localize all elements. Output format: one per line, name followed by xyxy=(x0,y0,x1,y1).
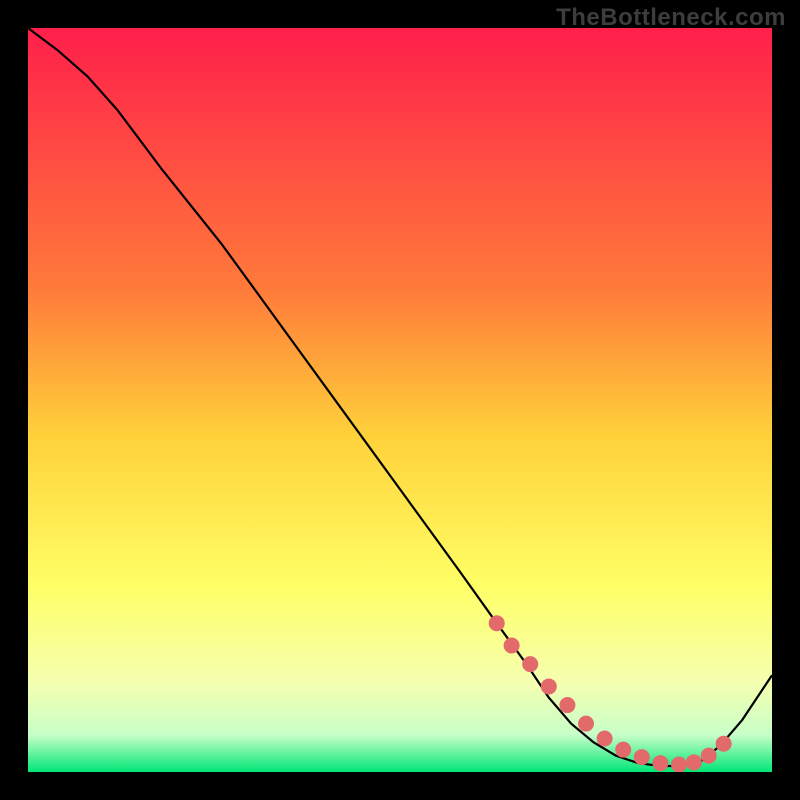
chart-frame: TheBottleneck.com xyxy=(0,0,800,800)
marker-dot xyxy=(634,749,650,765)
marker-dot xyxy=(615,742,631,758)
marker-dot xyxy=(701,748,717,764)
marker-dot xyxy=(597,731,613,747)
marker-dot xyxy=(504,638,520,654)
marker-dot xyxy=(686,754,702,770)
marker-dot xyxy=(559,697,575,713)
marker-dot xyxy=(671,757,687,772)
watermark-text: TheBottleneck.com xyxy=(556,4,786,32)
marker-dot xyxy=(522,656,538,672)
marker-dot xyxy=(541,678,557,694)
marker-dot xyxy=(489,615,505,631)
plot-area xyxy=(28,28,772,772)
marker-dot xyxy=(652,755,668,771)
marker-dot xyxy=(578,716,594,732)
chart-svg xyxy=(28,28,772,772)
marker-dot xyxy=(716,736,732,752)
